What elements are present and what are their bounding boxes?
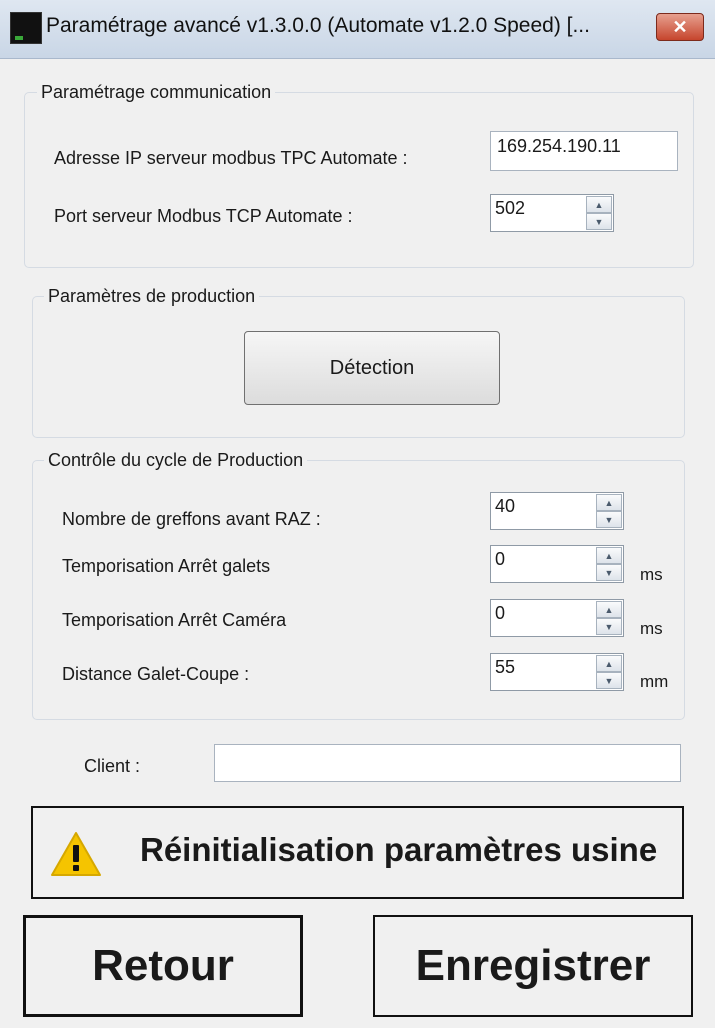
chevron-down-icon: ▼: [604, 675, 614, 686]
communication-group: [24, 92, 694, 268]
save-button[interactable]: Enregistrer: [373, 915, 693, 1017]
cycle-row-label: Temporisation Arrêt galets: [62, 556, 271, 576]
unit-label: ms: [640, 619, 663, 638]
unit-label: mm: [640, 672, 669, 691]
port-value: 502: [495, 198, 526, 218]
chevron-down-icon: ▼: [604, 514, 614, 525]
greffons-up-button[interactable]: ▲: [596, 494, 622, 511]
cycle-row-label: Temporisation Arrêt Caméra: [62, 610, 287, 630]
greffons-value: 40: [495, 496, 516, 516]
port-down-button[interactable]: ▼: [586, 213, 612, 230]
client-label: Client :: [84, 756, 141, 776]
ip-label: Adresse IP serveur modbus TPC Automate :: [54, 148, 408, 168]
camera-delay-up-button[interactable]: ▲: [596, 601, 622, 618]
port-stepper[interactable]: 502 ▲ ▼: [490, 194, 614, 232]
camera-delay-value: 0: [495, 603, 506, 623]
title-bar: Paramétrage avancé v1.3.0.0 (Automate v1…: [0, 0, 715, 59]
close-icon: ✕: [672, 17, 688, 37]
galets-delay-value: 0: [495, 549, 506, 569]
camera-delay-stepper[interactable]: 0 ▲ ▼: [490, 599, 624, 637]
distance-stepper[interactable]: 55 ▲ ▼: [490, 653, 624, 691]
chevron-down-icon: ▼: [594, 216, 604, 227]
distance-down-button[interactable]: ▼: [596, 672, 622, 689]
galets-delay-down-button[interactable]: ▼: [596, 564, 622, 581]
distance-value: 55: [495, 657, 516, 677]
detection-button[interactable]: Détection: [244, 331, 500, 405]
back-button[interactable]: Retour: [23, 915, 303, 1017]
communication-legend: Paramétrage communication: [37, 82, 276, 103]
chevron-up-icon: ▲: [604, 550, 614, 561]
ip-address-input[interactable]: 169.254.190.11: [490, 131, 678, 171]
galets-delay-stepper[interactable]: 0 ▲ ▼: [490, 545, 624, 583]
factory-reset-label: Réinitialisation paramètres usine: [140, 831, 658, 868]
port-up-button[interactable]: ▲: [586, 196, 612, 213]
chevron-down-icon: ▼: [604, 621, 614, 632]
unit-label: ms: [640, 565, 663, 584]
greffons-down-button[interactable]: ▼: [596, 511, 622, 528]
chevron-up-icon: ▲: [594, 199, 604, 210]
warning-icon: [51, 832, 101, 876]
chevron-up-icon: ▲: [604, 604, 614, 615]
distance-up-button[interactable]: ▲: [596, 655, 622, 672]
close-button[interactable]: ✕: [656, 13, 704, 41]
port-label: Port serveur Modbus TCP Automate :: [54, 206, 353, 226]
galets-delay-up-button[interactable]: ▲: [596, 547, 622, 564]
camera-delay-down-button[interactable]: ▼: [596, 618, 622, 635]
chevron-up-icon: ▲: [604, 658, 614, 669]
cycle-legend: Contrôle du cycle de Production: [44, 450, 308, 471]
cycle-row-label: Distance Galet-Coupe :: [62, 664, 250, 684]
app-icon: [10, 12, 42, 44]
greffons-stepper[interactable]: 40 ▲ ▼: [490, 492, 624, 530]
chevron-down-icon: ▼: [604, 567, 614, 578]
client-input[interactable]: [214, 744, 681, 782]
chevron-up-icon: ▲: [604, 497, 614, 508]
window-title: Paramétrage avancé v1.3.0.0 (Automate v1…: [46, 14, 590, 37]
production-legend: Paramètres de production: [44, 286, 260, 307]
cycle-row-label: Nombre de greffons avant RAZ :: [62, 509, 321, 529]
